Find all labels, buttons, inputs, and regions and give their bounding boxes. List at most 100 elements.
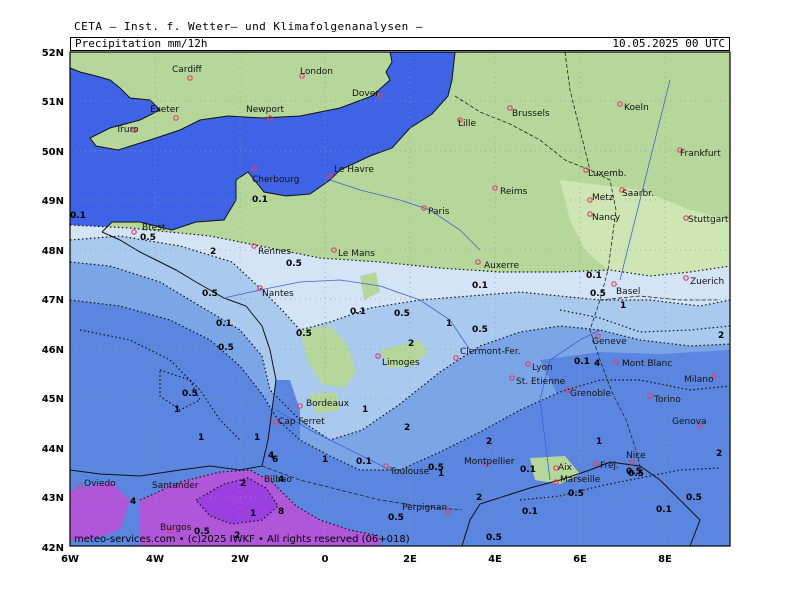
contour-value-label: 0.5 — [202, 289, 218, 299]
city-label: Newport — [246, 105, 285, 115]
contour-value-label: 2 — [486, 437, 492, 447]
contour-value-label: 0.1 — [252, 195, 268, 205]
lon-label-0: 0 — [322, 554, 329, 565]
lon-label-6e: 6E — [573, 554, 587, 565]
city-label: Torino — [653, 395, 681, 405]
contour-value-label: 2 — [718, 331, 724, 341]
city-label: Frej. — [600, 461, 619, 471]
city-label: Geneve — [592, 337, 627, 347]
city-label: Paris — [428, 207, 450, 217]
city-label: Limoges — [382, 358, 420, 368]
contour-value-label: 2 — [240, 479, 246, 489]
contour-value-label: 0.5 — [218, 343, 234, 353]
contour-value-label: 0.1 — [656, 505, 672, 515]
city-label: Brussels — [512, 109, 550, 119]
city-label: Basel — [616, 287, 640, 297]
city-label: Cardiff — [172, 65, 203, 75]
city-label: Nantes — [262, 289, 294, 299]
lon-label-2e: 2E — [403, 554, 417, 565]
city-label: Oviedo — [84, 479, 116, 489]
contour-value-label: 0.1 — [522, 507, 538, 517]
contour-value-label: 1 — [596, 437, 602, 447]
lat-label-43n: 43N — [42, 493, 64, 504]
city-label: Bordeaux — [306, 399, 350, 409]
contour-value-label: 1 — [322, 455, 328, 465]
contour-value-label: 1 — [620, 301, 626, 311]
contour-value-label: 6 — [272, 455, 278, 465]
contour-value-label: 2 — [476, 493, 482, 503]
lat-label-45n: 45N — [42, 394, 64, 405]
city-label: Clermont-Fer. — [460, 347, 521, 357]
contour-value-label: 1 — [198, 433, 204, 443]
city-label: Nice — [626, 451, 646, 461]
city-label: Brest — [142, 223, 166, 233]
contour-value-label: 8 — [278, 507, 284, 517]
contour-value-label: 0.1 — [216, 319, 232, 329]
contour-value-label: 0.5 — [486, 533, 502, 543]
lat-label-42n: 42N — [42, 543, 64, 554]
city-label: Aix — [558, 463, 573, 473]
city-label: Dover — [352, 89, 379, 99]
contour-value-label: 1 — [446, 319, 452, 329]
city-label: Perpignan — [402, 503, 447, 513]
city-label: Zuerich — [690, 277, 724, 287]
contour-value-label: 0.1 — [574, 357, 590, 367]
title-box: Precipitation mm/12h 10.05.2025 00 UTC — [70, 37, 730, 51]
city-label: Marseille — [560, 475, 601, 485]
lon-label-8e: 8E — [658, 554, 672, 565]
city-label: Montpellier — [464, 457, 515, 467]
city-label: Burgos — [160, 523, 192, 533]
model-header: CETA — Inst. f. Wetter— und Klimafolgena… — [74, 20, 424, 33]
lon-label-4e: 4E — [488, 554, 502, 565]
city-label: Grenoble — [570, 389, 611, 399]
contour-value-label: 1 — [438, 469, 444, 479]
contour-value-label: 0.1 — [472, 281, 488, 291]
contour-value-label: 0.5 — [472, 325, 488, 335]
contour-value-label: 1 — [254, 433, 260, 443]
contour-value-label: 0.1 — [520, 465, 536, 475]
copyright-footer: meteo-services.com • (c)2025 IWKF • All … — [74, 534, 410, 545]
lat-label-49n: 49N — [42, 196, 64, 207]
city-label: Milano — [684, 375, 714, 385]
lon-label-6w: 6W — [61, 554, 79, 565]
city-label: Metz — [592, 193, 614, 203]
lat-label-47n: 47N — [42, 295, 64, 306]
city-label: Nancy — [592, 213, 621, 223]
parameter-title: Precipitation mm/12h — [75, 37, 208, 50]
contour-value-label: 0.5 — [626, 467, 642, 477]
contour-value-label: 2 — [210, 247, 216, 257]
contour-value-label: 0.5 — [686, 493, 702, 503]
city-label: Stuttgart — [688, 215, 729, 225]
city-label: Exeter — [150, 105, 179, 115]
contour-value-label: 0.1 — [356, 457, 372, 467]
contour-value-label: 4 — [594, 359, 600, 369]
city-label: St. Etienne — [516, 377, 566, 387]
city-label: Le Havre — [334, 165, 374, 175]
precipitation-map: 52N 51N 50N 49N 48N 47N 46N 45N 44N 43N … — [42, 48, 731, 565]
lon-label-2w: 2W — [231, 554, 249, 565]
city-label: Cherbourg — [252, 175, 299, 185]
contour-value-label: 0.1 — [586, 271, 602, 281]
city-label: Mont Blanc — [622, 359, 672, 369]
contour-value-label: 0.1 — [350, 307, 366, 317]
city-label: Frankfurt — [680, 149, 721, 159]
lat-label-44n: 44N — [42, 444, 64, 455]
contour-value-label: 0.5 — [296, 329, 312, 339]
city-label: London — [300, 67, 333, 77]
lat-label-48n: 48N — [42, 246, 64, 257]
contour-value-label: 2 — [404, 423, 410, 433]
contour-value-label: 4 — [278, 475, 284, 485]
city-label: Saarbr. — [622, 189, 654, 199]
contour-value-label: 0.5 — [590, 289, 606, 299]
lat-label-46n: 46N — [42, 345, 64, 356]
city-label: Reims — [500, 187, 528, 197]
city-label: Santander — [152, 481, 199, 491]
contour-value-label: 0.5 — [568, 489, 584, 499]
city-label: Koeln — [624, 103, 649, 113]
city-label: Auxerre — [484, 261, 519, 271]
valid-time: 10.05.2025 00 UTC — [612, 37, 725, 50]
city-label: Rennes — [258, 247, 291, 257]
contour-value-label: 4 — [130, 497, 136, 507]
city-label: Le Mans — [338, 249, 375, 259]
contour-value-label: 2 — [716, 449, 722, 459]
